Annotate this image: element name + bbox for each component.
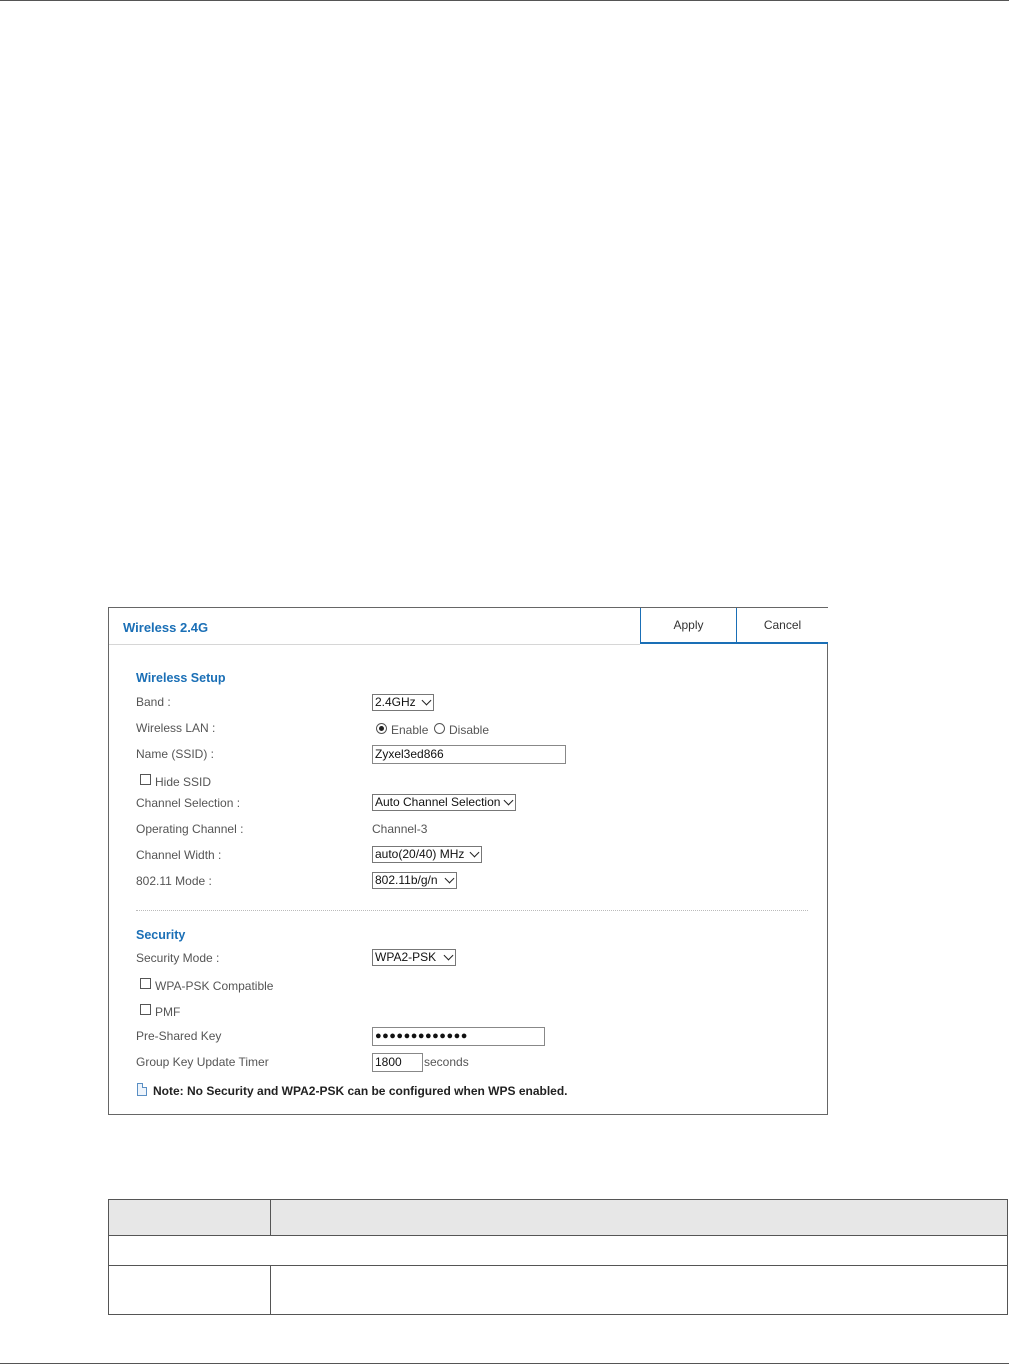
wps-note: Note: No Security and WPA2-PSK can be co… xyxy=(153,1084,568,1098)
chevron-down-icon xyxy=(444,873,455,884)
wireless-lan-disable-radio[interactable] xyxy=(434,723,445,734)
operating-channel-label: Operating Channel : xyxy=(136,822,244,836)
wireless-lan-enable-label: Enable xyxy=(391,723,429,737)
mode-80211-value: 802.11b/g/n xyxy=(375,873,438,887)
table-border-left xyxy=(108,1199,109,1315)
mode-80211-label: 802.11 Mode : xyxy=(136,874,212,888)
hide-ssid-checkbox[interactable] xyxy=(140,774,151,785)
channel-width-select[interactable]: auto(20/40) MHz xyxy=(372,846,482,863)
table-column-divider-row xyxy=(270,1265,271,1315)
group-key-timer-input[interactable]: 1800 xyxy=(372,1053,423,1072)
panel-title: Wireless 2.4G xyxy=(123,620,209,635)
security-mode-value: WPA2-PSK xyxy=(375,950,437,964)
group-key-timer-label: Group Key Update Timer xyxy=(136,1055,269,1069)
top-rule xyxy=(0,0,1009,1)
ssid-input[interactable]: Zyxel3ed866 xyxy=(372,745,566,764)
wireless-lan-disable-label: Disable xyxy=(449,723,490,737)
chevron-down-icon xyxy=(443,950,454,961)
group-key-timer-unit: seconds xyxy=(424,1055,469,1069)
wpa-psk-compatible-label: WPA-PSK Compatible xyxy=(155,979,274,993)
channel-width-label: Channel Width : xyxy=(136,848,222,862)
pre-shared-key-label: Pre-Shared Key xyxy=(136,1029,222,1043)
pmf-label: PMF xyxy=(155,1005,181,1019)
description-table xyxy=(108,1199,1008,1315)
pmf-checkbox[interactable] xyxy=(140,1004,151,1015)
table-border-top xyxy=(108,1199,1008,1200)
chevron-down-icon xyxy=(469,847,480,858)
hide-ssid-label: Hide SSID xyxy=(155,775,212,789)
wireless-lan-label: Wireless LAN : xyxy=(136,721,216,735)
apply-button[interactable]: Apply xyxy=(640,608,736,644)
security-mode-label: Security Mode : xyxy=(136,951,220,965)
note-icon xyxy=(137,1083,147,1096)
table-border-bottom xyxy=(108,1314,1008,1315)
operating-channel-value: Channel-3 xyxy=(372,822,428,836)
chevron-down-icon xyxy=(421,695,432,706)
security-heading: Security xyxy=(136,928,186,942)
table-border-right xyxy=(1007,1199,1008,1315)
security-mode-select[interactable]: WPA2-PSK xyxy=(372,949,456,966)
band-select[interactable]: 2.4GHz xyxy=(372,694,434,711)
table-border-row1 xyxy=(108,1265,1008,1266)
channel-selection-label: Channel Selection : xyxy=(136,796,241,810)
header-divider xyxy=(109,644,640,645)
cancel-button[interactable]: Cancel xyxy=(736,608,828,644)
table-border-header xyxy=(108,1235,1008,1236)
wpa-psk-compatible-checkbox[interactable] xyxy=(140,978,151,989)
channel-selection-value: Auto Channel Selection xyxy=(375,795,501,809)
section-divider xyxy=(136,910,808,911)
mode-80211-select[interactable]: 802.11b/g/n xyxy=(372,872,457,889)
band-select-value: 2.4GHz xyxy=(375,695,416,709)
table-header-row xyxy=(108,1199,1008,1236)
table-column-divider-header xyxy=(270,1199,271,1236)
ssid-label: Name (SSID) : xyxy=(136,747,215,761)
wireless-settings-panel: Wireless 2.4G Apply Cancel Wireless Setu… xyxy=(108,607,828,1115)
chevron-down-icon xyxy=(503,795,514,806)
wireless-lan-enable-radio[interactable] xyxy=(376,723,387,734)
pre-shared-key-input[interactable]: ●●●●●●●●●●●●● xyxy=(372,1027,545,1046)
wireless-setup-heading: Wireless Setup xyxy=(136,671,226,685)
channel-selection-select[interactable]: Auto Channel Selection xyxy=(372,794,516,811)
band-label: Band : xyxy=(136,695,171,709)
channel-width-value: auto(20/40) MHz xyxy=(375,847,465,861)
